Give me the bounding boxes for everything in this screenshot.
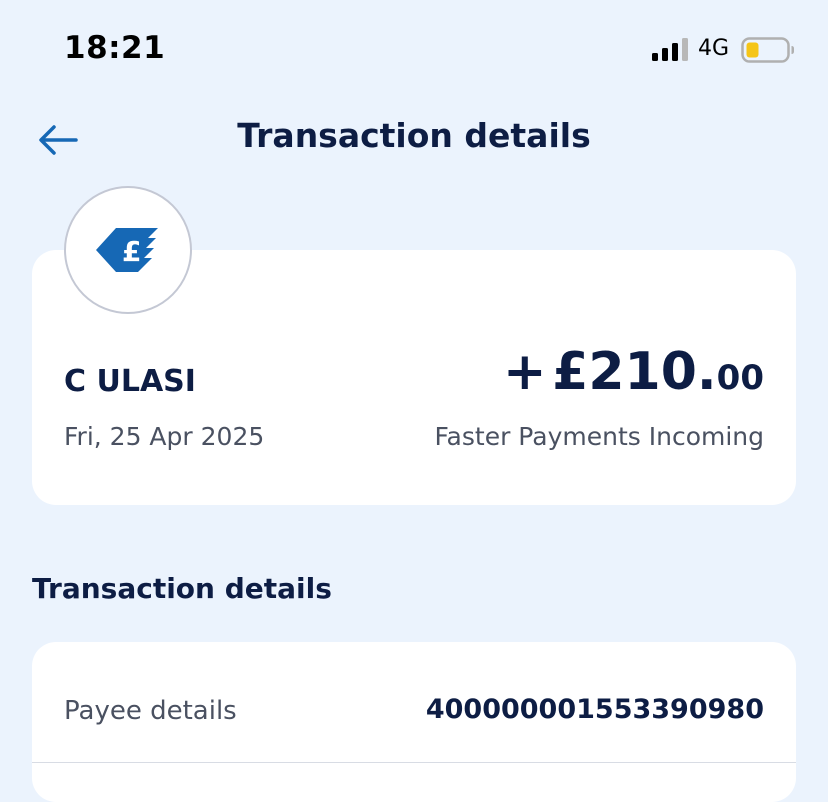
battery-icon bbox=[741, 37, 794, 63]
transaction-details-card: Payee details 400000001553390980 bbox=[32, 642, 796, 802]
payee-name: C ULASI bbox=[64, 364, 196, 399]
transaction-amount: + £210.00 bbox=[503, 342, 764, 402]
status-time: 18:21 bbox=[64, 30, 166, 66]
transaction-type: Faster Payments Incoming bbox=[434, 422, 764, 451]
faster-payment-pound-icon: £ bbox=[96, 228, 158, 272]
amount-sign: + bbox=[503, 342, 547, 402]
amount-main: £210. bbox=[552, 342, 717, 402]
transaction-date: Fri, 25 Apr 2025 bbox=[64, 422, 265, 451]
detail-value: 400000001553390980 bbox=[425, 694, 764, 725]
signal-strength-icon bbox=[652, 38, 688, 61]
section-title: Transaction details bbox=[32, 572, 332, 605]
detail-label: Payee details bbox=[64, 696, 237, 726]
nav-bar: Transaction details bbox=[0, 100, 828, 180]
page-title: Transaction details bbox=[237, 116, 591, 155]
avatar: £ bbox=[64, 186, 192, 314]
network-type: 4G bbox=[698, 36, 730, 61]
status-bar: 18:21 4G bbox=[0, 0, 828, 100]
svg-text:£: £ bbox=[122, 235, 141, 268]
detail-row-payee[interactable]: Payee details 400000001553390980 bbox=[32, 642, 796, 763]
amount-pence: 00 bbox=[716, 358, 764, 398]
